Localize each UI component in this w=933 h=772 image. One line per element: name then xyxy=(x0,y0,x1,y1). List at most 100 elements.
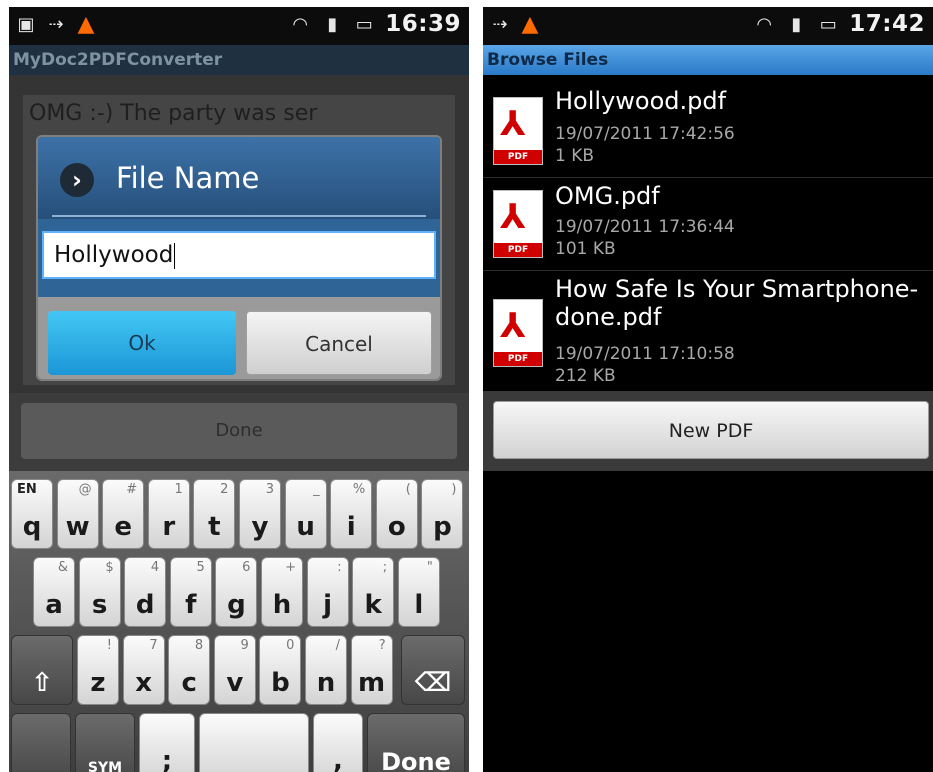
key-z[interactable]: ! z xyxy=(77,635,119,705)
key-k[interactable]: ; k xyxy=(352,557,395,627)
backspace-key[interactable]: ⌫ xyxy=(401,635,465,705)
key-m[interactable]: ? m xyxy=(350,635,393,705)
key-o[interactable]: (o xyxy=(375,479,418,549)
key-hint: 3 xyxy=(265,482,274,497)
key-n[interactable]: / n xyxy=(305,635,347,705)
key-label: SYM xyxy=(87,760,123,772)
ok-button[interactable]: Ok xyxy=(48,311,236,375)
input-method-key[interactable] xyxy=(11,713,71,772)
key-label: p xyxy=(433,512,452,542)
space-key[interactable] xyxy=(199,713,309,772)
key-q[interactable]: EN q xyxy=(11,479,53,549)
key-hint: 8 xyxy=(194,638,204,653)
key-label: n xyxy=(316,668,336,698)
key-label: m xyxy=(358,668,386,698)
key-label: Done xyxy=(381,748,451,772)
key-hint: EN xyxy=(17,482,37,497)
key-label: g xyxy=(227,590,246,620)
key-x[interactable]: 7x xyxy=(122,635,165,705)
warning-icon: ▲ xyxy=(521,11,539,37)
key-hint: + xyxy=(285,560,296,575)
key-hint: ( xyxy=(405,482,411,497)
key-p[interactable]: ) p xyxy=(421,479,464,549)
key-r[interactable]: 1r xyxy=(147,479,190,549)
key-label: k xyxy=(364,590,382,620)
status-bar: ⇢ ▲ ◠ ▮ ▭ 17:42 xyxy=(483,7,933,45)
status-time: 16:39 xyxy=(385,11,461,37)
usb-icon: ⇢ xyxy=(48,13,64,35)
key-hint: ! xyxy=(106,638,112,653)
key-label: ⌫ xyxy=(414,668,452,698)
file-item[interactable]: ⅄ PDF How Safe Is Your Smartphone-done.pd… xyxy=(483,271,933,391)
chevron-right-icon: › xyxy=(60,163,94,197)
cancel-button[interactable]: Cancel xyxy=(246,311,432,375)
ime-action-strip: Done xyxy=(9,393,469,471)
signal-icon: ▮ xyxy=(327,13,338,35)
sym-key[interactable]: SYM xyxy=(75,713,135,772)
key-label: b xyxy=(271,668,290,698)
key-i[interactable]: % i xyxy=(330,479,373,549)
sd-card-icon: ▣ xyxy=(17,13,35,35)
key-label: ⇧ xyxy=(31,668,53,698)
file-item[interactable]: ⅄ PDF OMG.pdf 19/07/2011 17:36:44 101 KB xyxy=(483,178,933,271)
battery-icon: ▭ xyxy=(819,13,837,35)
key-hint: @ xyxy=(78,482,92,497)
file-date: 19/07/2011 17:10:58 xyxy=(555,344,735,364)
key-j[interactable]: :j xyxy=(306,557,349,627)
key-hint: % xyxy=(352,482,366,497)
key-d[interactable]: 4d xyxy=(124,557,167,627)
new-pdf-button[interactable]: New PDF xyxy=(493,401,929,459)
key-b[interactable]: 0b xyxy=(259,635,302,705)
key-label: f xyxy=(185,590,197,620)
key-hint: / xyxy=(335,638,340,653)
key-hint: 4 xyxy=(150,560,160,575)
key-label: l xyxy=(414,590,424,620)
comma-key[interactable]: , xyxy=(313,713,363,772)
file-size: 212 KB xyxy=(555,366,616,386)
key-s[interactable]: $ s xyxy=(78,557,121,627)
key-hint: _ xyxy=(313,482,320,497)
key-label: e xyxy=(114,512,132,542)
text-caret xyxy=(174,242,176,269)
file-name-input[interactable]: Hollywood xyxy=(42,231,436,279)
semicolon-key[interactable]: ; xyxy=(139,713,195,772)
file-size: 101 KB xyxy=(555,239,616,259)
key-w[interactable]: @ w xyxy=(56,479,99,549)
dialog-buttons: Ok Cancel xyxy=(38,297,440,379)
status-time: 17:42 xyxy=(849,11,925,37)
key-hint: 1 xyxy=(174,482,183,497)
key-y[interactable]: 3y xyxy=(239,479,281,549)
key-e[interactable]: # e xyxy=(102,479,145,549)
key-f[interactable]: 5f xyxy=(169,557,212,627)
key-hint: ) xyxy=(451,482,457,497)
done-key[interactable]: Done xyxy=(367,713,465,772)
done-button[interactable]: Done xyxy=(21,403,457,459)
key-label: i xyxy=(346,512,356,542)
key-label: z xyxy=(90,668,106,698)
key-label: d xyxy=(135,590,155,620)
key-c[interactable]: 8c xyxy=(168,635,211,705)
battery-icon: ▭ xyxy=(355,13,373,35)
key-u[interactable]: _ u xyxy=(284,479,327,549)
key-hint: 2 xyxy=(220,482,229,497)
shift-key[interactable]: ⇧ xyxy=(11,635,73,705)
key-a[interactable]: & a xyxy=(33,557,75,627)
divider xyxy=(52,215,426,217)
key-label: , xyxy=(333,746,343,772)
usb-icon: ⇢ xyxy=(492,13,508,35)
key-v[interactable]: 9v xyxy=(213,635,256,705)
key-l[interactable]: " l xyxy=(397,557,440,627)
right-phone-screen: ⇢ ▲ ◠ ▮ ▭ 17:42 Browse Files ⅄ PDF Hollyw… xyxy=(483,7,933,772)
key-label: u xyxy=(296,512,315,542)
key-t[interactable]: 2t xyxy=(193,479,236,549)
file-size: 1 KB xyxy=(555,146,595,166)
file-name: Hollywood.pdf xyxy=(555,87,727,115)
dialog-title: File Name xyxy=(116,161,260,195)
dialog-body: Hollywood xyxy=(38,219,440,297)
key-g[interactable]: 6g xyxy=(215,557,258,627)
key-label: s xyxy=(91,590,108,620)
file-item[interactable]: ⅄ PDF Hollywood.pdf 19/07/2011 17:42:56 1… xyxy=(483,85,933,178)
pdf-file-icon: ⅄ PDF xyxy=(493,299,543,367)
key-h[interactable]: + h xyxy=(261,557,303,627)
key-label: h xyxy=(272,590,292,620)
